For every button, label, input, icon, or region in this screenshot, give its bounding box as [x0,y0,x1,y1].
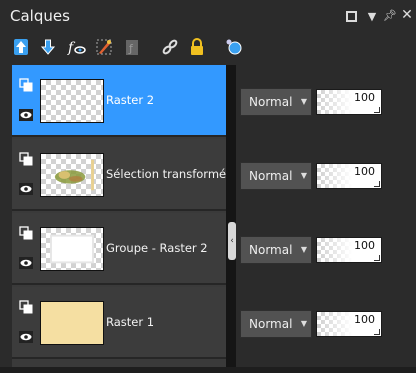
resize-grip-icon [374,255,380,261]
palette-titlebar: Calques ▼ 📌︎ ✕ [0,0,416,32]
opacity-value: 100 [354,91,375,104]
menu-arrow-icon[interactable]: ▼ [365,10,379,24]
blend-mode-value: Normal [249,243,293,257]
pin-icon[interactable]: 📌︎ [383,9,397,23]
panel-splitter[interactable] [226,65,236,373]
layers-toolbar: f ƒ [0,32,416,62]
opacity-slider[interactable]: 100 [316,89,382,115]
panel-bottom-edge [0,367,416,373]
dropdown-arrow-icon: ▼ [300,319,307,328]
blend-mode-select[interactable]: Normal ▼ [240,88,312,116]
visibility-eye-icon[interactable] [19,256,33,270]
opacity-value: 100 [354,313,375,326]
lock-icon[interactable] [187,37,207,57]
new-vector-layer-icon[interactable] [38,37,58,57]
layer-thumbnail [40,153,104,197]
blend-mode-select[interactable]: Normal ▼ [240,162,312,190]
brush-icon[interactable] [94,37,114,57]
blend-mode-value: Normal [249,169,293,183]
blend-mode-select[interactable]: Normal ▼ [240,236,312,264]
layer-row[interactable]: Raster 1 [12,287,226,359]
layer-type-icon[interactable] [19,226,33,240]
layer-type-icon[interactable] [19,78,33,92]
layer-thumbnail [40,301,104,345]
visibility-eye-icon[interactable] [19,330,33,344]
palette-title: Calques [10,7,70,25]
opacity-slider[interactable]: 100 [316,311,382,337]
layer-name[interactable]: Groupe - Raster 2 [106,241,208,255]
resize-grip-icon [374,107,380,113]
opacity-slider[interactable]: 100 [316,237,382,263]
layer-thumbnail [40,227,104,271]
blend-mode-value: Normal [249,95,293,109]
blend-mode-select[interactable]: Normal ▼ [240,310,312,338]
visibility-eye-icon[interactable] [19,182,33,196]
new-raster-layer-icon[interactable] [11,37,31,57]
layer-type-icon[interactable] [19,152,33,166]
close-icon[interactable]: ✕ [400,8,414,22]
dropdown-arrow-icon: ▼ [300,171,307,180]
resize-grip-icon [374,329,380,335]
visibility-eye-icon[interactable] [19,108,33,122]
layer-row[interactable]: Sélection transformée [12,139,233,211]
effects-icon[interactable]: f [66,37,86,57]
link-icon[interactable] [160,37,180,57]
layer-type-icon[interactable] [19,300,33,314]
mask-icon[interactable]: ƒ [122,37,142,57]
opacity-slider[interactable]: 100 [316,163,382,189]
svg-text:f: f [67,40,76,56]
resize-grip-icon [374,181,380,187]
opacity-value: 100 [354,239,375,252]
layer-name[interactable]: Sélection transformée [106,167,233,181]
layer-thumbnail [40,79,104,123]
layer-row[interactable]: Raster 2 [12,65,226,137]
layer-name[interactable]: Raster 2 [106,93,154,107]
splitter-handle[interactable]: ‹ [228,222,236,260]
restore-icon[interactable] [346,11,357,22]
layer-row[interactable]: Groupe - Raster 2 [12,213,226,285]
opacity-value: 100 [354,165,375,178]
dropdown-arrow-icon: ▼ [300,97,307,106]
layer-name[interactable]: Raster 1 [106,315,154,329]
dropdown-arrow-icon: ▼ [300,245,307,254]
layer-style-icon[interactable] [224,37,244,57]
blend-mode-value: Normal [249,317,293,331]
